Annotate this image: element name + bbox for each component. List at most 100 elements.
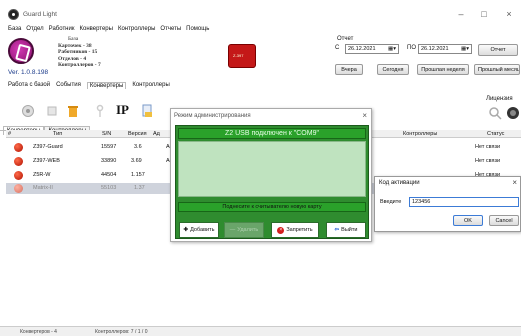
col-status[interactable]: Статус (487, 131, 504, 137)
exit-arrow-icon: ⇦ (334, 227, 340, 233)
from-label: С (335, 45, 340, 51)
row-status: Нет связи (475, 144, 501, 150)
col-extra[interactable]: Ад (153, 131, 160, 137)
activation-code-dialog: Код активации × Введите 123456 OK Cancel (374, 176, 521, 232)
main-tabs: Работа с базой События Конвертеры Контро… (8, 82, 170, 89)
today-button[interactable]: Сегодня (377, 64, 409, 75)
menu-item-controllers[interactable]: Контроллеры (118, 26, 155, 36)
exit-button[interactable]: ⇦ Выйти (326, 222, 366, 238)
key-icon[interactable] (93, 104, 107, 118)
window-titlebar (0, 0, 521, 26)
device-status-icon (14, 184, 23, 193)
document-icon[interactable] (140, 104, 154, 118)
menu-item-converters[interactable]: Конвертеры (79, 26, 112, 36)
last-week-button[interactable]: Прошлая неделя (417, 64, 469, 75)
version-label: Ver. 1.0.8.198 (8, 69, 49, 76)
admin-dialog-title: Режим администрирования (174, 113, 251, 119)
device-status-icon (14, 171, 23, 180)
row-version: 1.157 (131, 172, 145, 178)
window-title: Guard Light (23, 11, 57, 18)
col-type[interactable]: Тип (53, 131, 62, 137)
refresh-icon[interactable] (21, 104, 35, 118)
status-bar: Конвертеров - 4 Контроллеров: 7 / 1 / 0 (0, 326, 521, 336)
row-sn: 33890 (101, 158, 117, 164)
to-label: ПО (407, 45, 416, 51)
forbid-icon: × (277, 226, 285, 234)
menu-item-worker[interactable]: Работник (49, 26, 75, 36)
stat-controllers: Контроллеров - 7 (58, 62, 101, 69)
settings-icon[interactable] (45, 104, 59, 118)
row-type: Z397-WEB (33, 158, 60, 164)
stats-panel: База Карточек - 38 Работников - 15 Отдел… (8, 36, 138, 78)
row-type: Z5R-W (33, 172, 51, 178)
date-from-input[interactable]: 26.12.2021 ▦▾ (345, 44, 399, 54)
maximize-button[interactable]: □ (478, 9, 490, 19)
add-card-label: Добавить (190, 227, 215, 233)
report-label: Отчет (337, 36, 354, 42)
tab-database[interactable]: Работа с базой (8, 82, 50, 89)
app-logo-icon (8, 9, 19, 20)
menu-item-help[interactable]: Помощь (186, 26, 209, 36)
connection-status: Z2 USB подключен к "COM9" (178, 128, 366, 139)
col-version[interactable]: Версия (128, 131, 147, 137)
date-to-value: 26.12.2021 (421, 46, 449, 52)
close-button[interactable]: × (503, 9, 515, 19)
cancel-button[interactable]: Cancel (489, 215, 519, 226)
menu-bar: База Отдел Работник Конвертеры Контролле… (8, 26, 209, 36)
device-status-icon (14, 143, 23, 152)
code-close-button[interactable]: × (512, 178, 517, 187)
menu-item-base[interactable]: База (8, 26, 21, 36)
ip-icon[interactable]: IP (116, 102, 129, 118)
status-controllers: Контроллеров: 7 / 1 / 0 (95, 329, 148, 335)
guard-logo-icon (8, 38, 34, 64)
stat-workers: Работников - 15 (58, 49, 98, 56)
delete-card-label: Удалить (237, 227, 259, 233)
date-from-value: 26.12.2021 (348, 46, 376, 52)
add-card-button[interactable]: ✚ Добавить (179, 222, 219, 238)
forbid-card-button[interactable]: × Запретить (271, 222, 319, 238)
minus-icon: — (229, 227, 236, 233)
admin-dialog-body: Z2 USB подключен к "COM9" Поднесите к сч… (175, 125, 369, 239)
calendar-icon[interactable]: ▦▾ (388, 46, 396, 52)
exit-label: Выйти (341, 227, 358, 233)
report-panel: Отчет С 26.12.2021 ▦▾ ПО 26.12.2021 ▦▾ О… (333, 34, 521, 80)
stat-db: База (68, 36, 79, 42)
tab-converters[interactable]: Конвертеры (86, 82, 127, 89)
minimize-button[interactable]: – (455, 9, 467, 19)
ok-button[interactable]: OK (453, 215, 483, 226)
row-sn: 15597 (101, 144, 117, 150)
col-sn[interactable]: S/N (102, 131, 111, 137)
search-icon[interactable] (488, 106, 502, 120)
code-input-label: Введите (380, 199, 402, 205)
tab-controllers[interactable]: Контроллеры (132, 82, 169, 89)
row-sn: 44504 (101, 172, 117, 178)
report-button[interactable]: Отчет (478, 44, 518, 56)
row-version: 3.69 (131, 158, 142, 164)
menu-item-reports[interactable]: Отчеты (160, 26, 181, 36)
delete-card-button[interactable]: — Удалить (224, 222, 264, 238)
activation-code-input[interactable]: 123456 (409, 197, 519, 207)
col-controllers[interactable]: Контроллеры (403, 131, 437, 137)
tab-events[interactable]: События (56, 82, 81, 89)
license-label: Лицензия (486, 96, 513, 102)
globe-icon[interactable] (506, 106, 520, 120)
calendar-icon[interactable]: ▦▾ (461, 46, 469, 52)
row-version: 1.37 (134, 185, 145, 191)
plus-icon: ✚ (183, 227, 189, 233)
row-type: Z397-Guard (33, 144, 63, 150)
row-type: Matrix-II (33, 185, 53, 191)
row-status: Нет связи (475, 158, 501, 164)
admin-mode-dialog: Режим администрирования × Z2 USB подключ… (170, 108, 372, 242)
row-version: 3.6 (134, 144, 142, 150)
date-to-input[interactable]: 26.12.2021 ▦▾ (418, 44, 472, 54)
row-sn: 55103 (101, 185, 117, 191)
col-num[interactable]: # (8, 131, 11, 137)
reader-hint: Поднесите к считывателю новую карту (178, 202, 366, 212)
last-month-button[interactable]: Прошлый месяц (474, 64, 520, 75)
delete-icon[interactable] (66, 104, 80, 118)
card-info-panel (178, 141, 366, 197)
forbid-card-label: Запретить (286, 227, 313, 233)
yesterday-button[interactable]: Вчера (335, 64, 363, 75)
menu-item-department[interactable]: Отдел (26, 26, 43, 36)
admin-close-button[interactable]: × (362, 111, 367, 120)
